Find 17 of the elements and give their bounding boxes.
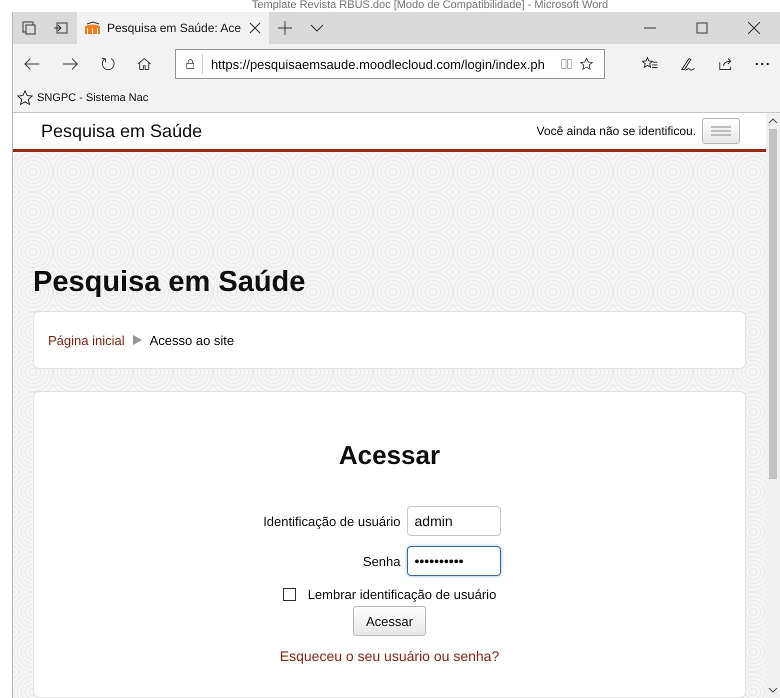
browser-tab[interactable]: Pesquisa em Saúde: Ace — [77, 12, 269, 44]
login-status: Você ainda não se identificou. — [536, 124, 696, 138]
field-label: Identificação de usuário — [262, 514, 400, 528]
bookmark-link[interactable]: SNGPC - Sistema Nac — [17, 90, 148, 106]
input-field[interactable]: admin — [406, 506, 500, 536]
checkbox-label[interactable]: Lembrar identificação de usuário — [308, 587, 496, 602]
login-title: Acessar — [338, 440, 440, 471]
window-title: Template Revista RBUS.doc [Modo de Compatibilidade] - Microsoft Word — [252, 0, 608, 12]
page-heading: Pesquisa em Saúde — [33, 266, 306, 299]
address-bar[interactable]: https://pesquisaemsaude.moodlecloud.com/login/index.ph — [174, 49, 604, 79]
field-label: Senha — [362, 554, 400, 568]
login-button[interactable]: Acessar — [353, 606, 426, 636]
site-name[interactable]: Pesquisa em Saúde — [41, 120, 202, 142]
forgot-password-link[interactable]: Esqueceu o seu usuário ou senha? — [280, 648, 500, 664]
breadcrumb-link[interactable]: Página inicial — [48, 332, 125, 348]
input-field[interactable]: •••••••••• — [406, 546, 500, 576]
breadcrumb-current: Acesso ao site — [150, 332, 234, 348]
